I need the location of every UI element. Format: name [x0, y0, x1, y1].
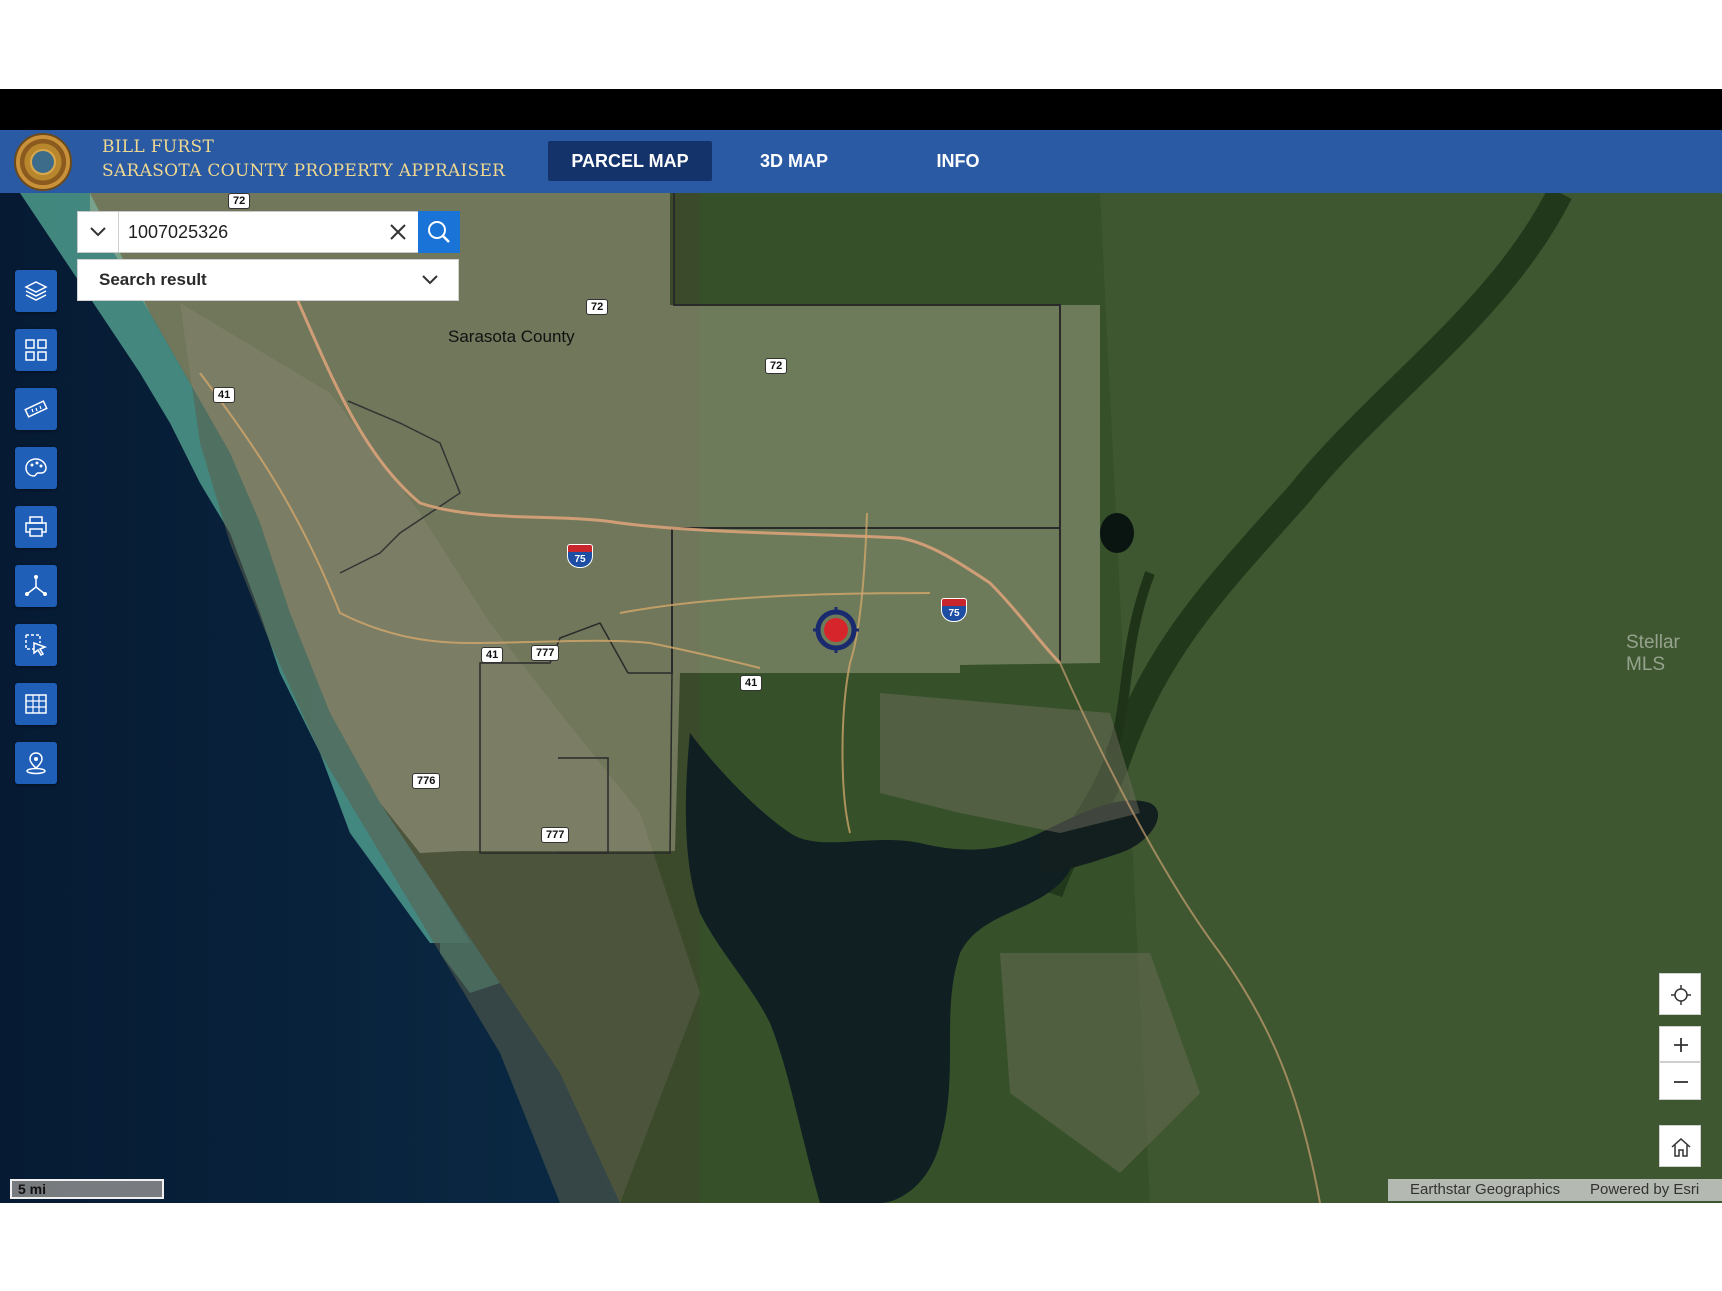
draw-button[interactable]	[15, 447, 57, 489]
home-icon	[1671, 1137, 1691, 1157]
table-icon	[25, 694, 47, 714]
road-shield-777: 777	[541, 827, 570, 843]
watermark: Stellar MLS	[1626, 632, 1680, 675]
road-shield-72: 72	[586, 299, 609, 315]
search-source-dropdown[interactable]	[78, 212, 119, 252]
measure-icon	[24, 400, 48, 418]
attribute-table-button[interactable]	[15, 683, 57, 725]
locate-pin-button[interactable]	[15, 742, 57, 784]
minus-icon	[1674, 1081, 1688, 1083]
locate-pin-icon	[26, 752, 46, 775]
bottom-margin	[0, 1203, 1722, 1291]
map-view[interactable]: Sarasota County 72 72 72 41 41 41 777 77…	[0, 193, 1722, 1203]
print-icon	[25, 516, 47, 537]
interstate-shield-75: 75	[567, 544, 593, 568]
close-icon	[390, 224, 406, 240]
tab-parcel-map[interactable]: PARCEL MAP	[548, 141, 712, 181]
brand-subtitle: SARASOTA COUNTY PROPERTY APPRAISER	[102, 161, 506, 181]
chevron-down-icon	[422, 275, 438, 285]
draw-icon	[25, 458, 47, 477]
measure-button[interactable]	[15, 388, 57, 430]
print-button[interactable]	[15, 506, 57, 548]
road-shield-41: 41	[740, 675, 763, 691]
top-margin	[0, 0, 1722, 89]
app-header: BILL FURST SARASOTA COUNTY PROPERTY APPR…	[0, 130, 1722, 194]
layers-button[interactable]	[15, 270, 57, 312]
select-button[interactable]	[15, 624, 57, 666]
powered-by-link[interactable]: Powered by Esri	[1590, 1179, 1699, 1201]
clear-search-button[interactable]	[378, 212, 418, 252]
satellite-basemap	[0, 193, 1722, 1203]
search-icon	[428, 221, 450, 243]
road-shield-41: 41	[213, 387, 236, 403]
share-button[interactable]	[15, 565, 57, 607]
select-icon	[25, 634, 48, 656]
plus-icon	[1674, 1038, 1688, 1052]
road-shield-41: 41	[481, 647, 504, 663]
home-button[interactable]	[1659, 1125, 1701, 1167]
basemap-gallery-icon	[25, 339, 47, 361]
scale-label: 5 mi	[18, 1181, 47, 1197]
search-input[interactable]	[128, 212, 378, 252]
top-black-bar	[0, 89, 1722, 130]
layers-icon	[24, 281, 48, 301]
chevron-down-icon	[90, 227, 106, 237]
brand-name: BILL FURST	[102, 137, 215, 157]
search-bar	[77, 211, 460, 253]
scale-bar: 5 mi	[10, 1179, 164, 1199]
zoom-in-button[interactable]	[1659, 1026, 1701, 1062]
county-seal-logo[interactable]	[14, 133, 72, 191]
crosshair-icon	[1671, 985, 1691, 1005]
interstate-shield-75: 75	[941, 598, 967, 622]
share-icon	[25, 575, 47, 596]
tab-info[interactable]: INFO	[918, 141, 998, 181]
search-result-dropdown[interactable]: Search result	[77, 259, 459, 301]
search-button[interactable]	[418, 211, 460, 253]
attribution-source: Earthstar Geographics	[1410, 1181, 1561, 1198]
tab-3d-map[interactable]: 3D MAP	[746, 141, 842, 181]
map-attribution: Earthstar Geographics Powered by Esri	[1388, 1179, 1722, 1201]
basemap-gallery-button[interactable]	[15, 329, 57, 371]
county-label: Sarasota County	[448, 327, 575, 346]
road-shield-72: 72	[228, 193, 251, 209]
search-result-label: Search result	[99, 270, 207, 289]
locate-button[interactable]	[1659, 973, 1701, 1015]
road-shield-777: 777	[531, 645, 560, 661]
zoom-out-button[interactable]	[1659, 1062, 1701, 1100]
road-shield-72: 72	[765, 358, 788, 374]
road-shield-776: 776	[412, 773, 441, 789]
